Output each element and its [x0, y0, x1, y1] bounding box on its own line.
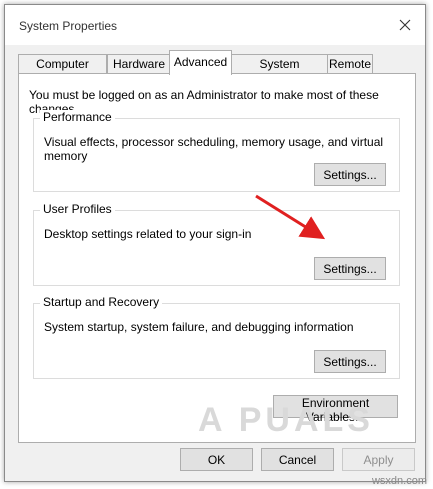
- close-icon: [399, 19, 411, 31]
- title-bar[interactable]: System Properties: [5, 5, 425, 45]
- startup-recovery-description: System startup, system failure, and debu…: [44, 320, 354, 334]
- performance-description: Visual effects, processor scheduling, me…: [44, 135, 384, 163]
- tab-advanced[interactable]: Advanced: [169, 50, 232, 75]
- user-profiles-group: User Profiles Desktop settings related t…: [33, 202, 400, 286]
- tab-hardware[interactable]: Hardware: [107, 54, 171, 74]
- user-profiles-group-title: User Profiles: [40, 202, 115, 216]
- close-button[interactable]: [391, 13, 419, 37]
- performance-group-title: Performance: [40, 110, 115, 124]
- red-annotation-arrow: [255, 194, 326, 240]
- performance-group: Performance Visual effects, processor sc…: [33, 110, 400, 192]
- ok-button[interactable]: OK: [180, 448, 253, 471]
- apply-button: Apply: [342, 448, 415, 471]
- performance-settings-button[interactable]: Settings...: [314, 163, 386, 186]
- tab-remote[interactable]: Remote: [327, 54, 373, 74]
- startup-recovery-group: Startup and Recovery System startup, sys…: [33, 295, 400, 379]
- user-profiles-settings-button[interactable]: Settings...: [314, 257, 386, 280]
- startup-recovery-group-title: Startup and Recovery: [40, 295, 163, 309]
- tab-computer-name[interactable]: Computer Name: [18, 54, 107, 89]
- site-watermark: wsxdn.com: [371, 475, 427, 487]
- startup-recovery-settings-button[interactable]: Settings...: [314, 350, 386, 373]
- advanced-tab-panel: You must be logged on as an Administrato…: [18, 73, 416, 443]
- window-title: System Properties: [19, 19, 118, 33]
- tab-system-protection[interactable]: System Protection: [231, 54, 328, 89]
- appuals-watermark-text: A PUALS: [198, 400, 374, 439]
- cancel-button[interactable]: Cancel: [261, 448, 334, 471]
- appuals-watermark: A PUALS: [198, 390, 374, 450]
- user-profiles-description: Desktop settings related to your sign-in: [44, 227, 252, 241]
